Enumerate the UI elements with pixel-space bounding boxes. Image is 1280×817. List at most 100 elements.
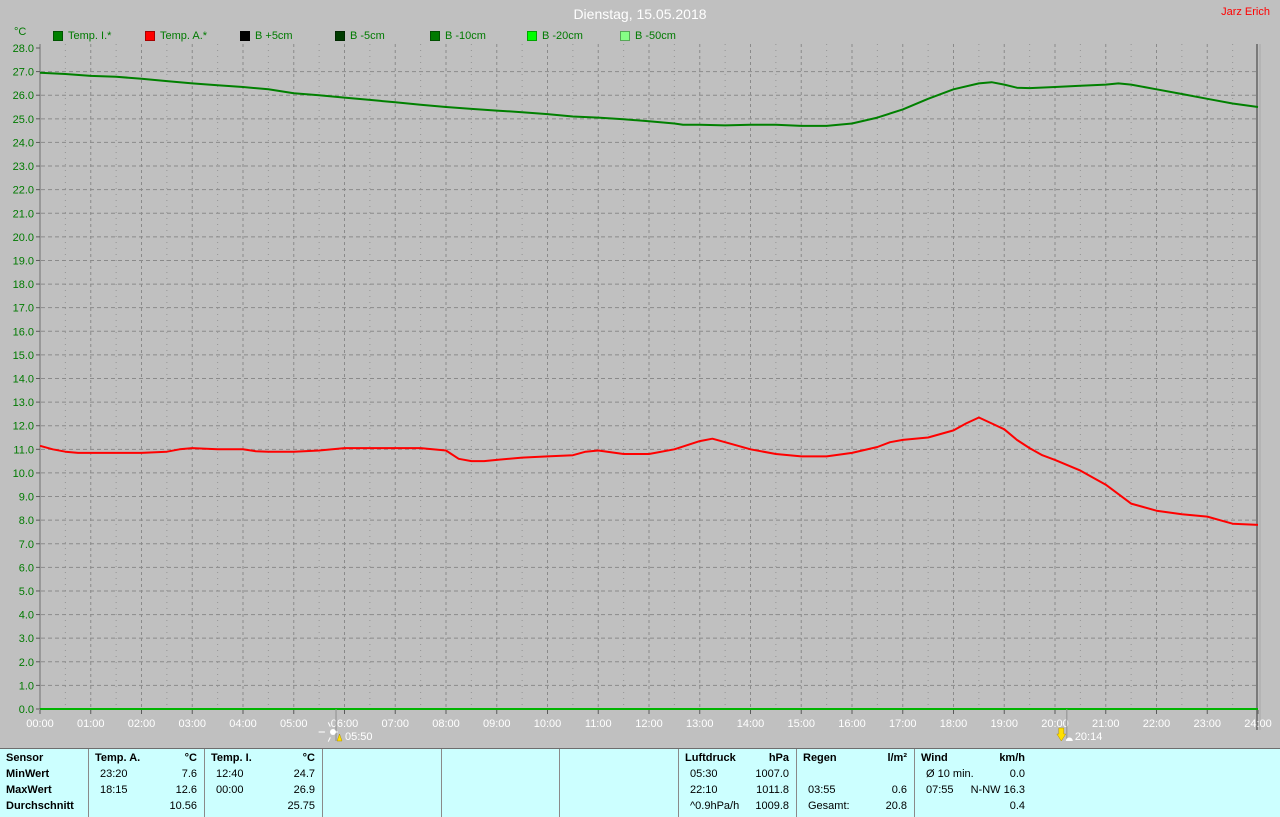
y-tick-label: 7.0 [19, 539, 34, 551]
table-row: 07:55 N-NW 16.3 [918, 784, 1025, 796]
sunrise-arrow [336, 733, 343, 742]
row-label: Durchschnitt [6, 800, 74, 812]
sunrise-time: 05:50 [345, 731, 373, 743]
table-row: 03:55 0.6 [800, 784, 907, 796]
column-header: Temp. A. °C [95, 752, 197, 764]
table-row: 22:10 1011.8 [682, 784, 789, 796]
cell-time: 23:20 [100, 768, 128, 780]
x-tick-label: 02:00 [128, 718, 156, 730]
x-tick-label: 19:00 [990, 718, 1018, 730]
column-unit: km/h [999, 752, 1025, 764]
y-tick-label: 24.0 [13, 137, 34, 149]
cell-time: 00:00 [216, 784, 244, 796]
table-row: 12:40 24.7 [208, 768, 315, 780]
grid-lines [41, 44, 1257, 709]
y-axis-labels: 0.0 1.0 2.0 3.0 4.0 5.0 6.0 7.0 8.0 9.0 10.0 11.0 12… [13, 43, 40, 716]
x-tick-label: 24:00 [1244, 718, 1272, 730]
table-divider [322, 749, 323, 817]
table-row: 23:20 7.6 [92, 768, 197, 780]
column-header: Temp. I. °C [211, 752, 315, 764]
cell-time [918, 800, 926, 812]
table-divider [441, 749, 442, 817]
column-header: Wind km/h [921, 752, 1025, 764]
table-divider [88, 749, 89, 817]
table-row: ^0.9hPa/h 1009.8 [682, 800, 789, 812]
cell-value: 7.6 [181, 768, 197, 780]
chart-canvas: 0.0 1.0 2.0 3.0 4.0 5.0 6.0 7.0 8.0 9.0 10.0 11.0 12… [13, 43, 1272, 743]
x-tick-label: 12:00 [635, 718, 663, 730]
x-tick-label: 17:00 [889, 718, 917, 730]
y-tick-label: 28.0 [13, 43, 34, 55]
table-row: 25.75 [208, 800, 315, 812]
cell-time: 22:10 [690, 784, 718, 796]
row-label: Sensor [6, 752, 44, 764]
cell-time [208, 800, 216, 812]
cell-value: 1011.8 [756, 784, 789, 796]
column-name: Regen [803, 752, 837, 764]
table-divider [796, 749, 797, 817]
x-tick-label: 22:00 [1143, 718, 1171, 730]
x-tick-label: 23:00 [1193, 718, 1221, 730]
x-tick-label: 04:00 [229, 718, 257, 730]
column-name: Luftdruck [685, 752, 736, 764]
y-tick-label: 15.0 [13, 350, 34, 362]
x-tick-label: 14:00 [737, 718, 765, 730]
column-unit: hPa [768, 752, 789, 764]
y-tick-label: 20.0 [13, 232, 34, 244]
table-row: Gesamt: 20.8 [800, 800, 907, 812]
table-row: 05:30 1007.0 [682, 768, 789, 780]
x-axis-labels: 00:00 01:00 02:00 03:00 04:00 05:00 06:00 07:00… [26, 710, 1272, 730]
y-tick-label: 16.0 [13, 326, 34, 338]
x-tick-label: 06:00 [331, 718, 359, 730]
y-tick-label: 6.0 [19, 562, 34, 574]
cell-value: 10.56 [169, 800, 197, 812]
y-tick-label: 9.0 [19, 492, 34, 504]
cell-value: 25.75 [287, 800, 315, 812]
column-unit: °C [302, 752, 315, 764]
cell-time: Ø 10 min. [926, 768, 974, 780]
row-label: MaxWert [6, 784, 52, 796]
cell-value: 0.4 [1009, 800, 1025, 812]
cell-time: 05:30 [690, 768, 718, 780]
sun-ray [327, 737, 331, 742]
cell-value: N-NW 16.3 [970, 784, 1025, 796]
y-tick-label: 12.0 [13, 421, 34, 433]
y-tick-label: 8.0 [19, 515, 34, 527]
y-tick-label: 2.0 [19, 657, 34, 669]
y-tick-label: 10.0 [13, 468, 34, 480]
sun-disc [330, 729, 337, 735]
y-tick-label: 25.0 [13, 114, 34, 126]
y-tick-label: 27.0 [13, 67, 34, 79]
cell-value: 20.8 [885, 800, 907, 812]
cell-value: 1009.8 [755, 800, 789, 812]
table-row: 00:00 26.9 [208, 784, 315, 796]
y-tick-label: 5.0 [19, 586, 34, 598]
y-tick-label: 3.0 [19, 633, 34, 645]
x-tick-label: 10:00 [534, 718, 562, 730]
table-divider [678, 749, 679, 817]
y-tick-label: 0.0 [19, 704, 34, 716]
y-tick-label: 4.0 [19, 610, 34, 622]
cell-time: 07:55 [926, 784, 954, 796]
table-divider [204, 749, 205, 817]
y-tick-label: 23.0 [13, 161, 34, 173]
x-tick-label: 00:00 [26, 718, 54, 730]
cell-time: 03:55 [808, 784, 836, 796]
y-tick-label: 11.0 [13, 444, 34, 456]
y-tick-label: 22.0 [13, 185, 34, 197]
table-divider [559, 749, 560, 817]
cell-value: 1007.0 [755, 768, 789, 780]
weather-day-view: Dienstag, 15.05.2018 Jarz Erich °C Temp.… [0, 0, 1280, 817]
column-header: Regen l/m² [803, 752, 907, 764]
x-tick-label: 08:00 [432, 718, 460, 730]
x-tick-label: 11:00 [585, 718, 612, 730]
cell-time: 12:40 [216, 768, 244, 780]
column-name: Temp. I. [211, 752, 252, 764]
table-row: 10.56 [92, 800, 197, 812]
x-tick-label: 21:00 [1092, 718, 1120, 730]
x-tick-label: 16:00 [838, 718, 866, 730]
y-tick-label: 19.0 [13, 255, 34, 267]
table-divider [914, 749, 915, 817]
x-tick-label: 18:00 [940, 718, 968, 730]
x-tick-label: 20:00 [1041, 718, 1069, 730]
